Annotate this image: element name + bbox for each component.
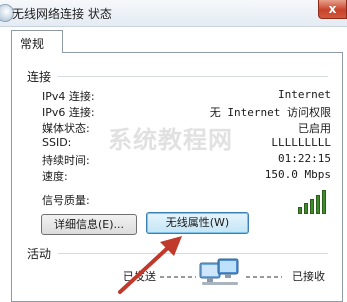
window-title: 无线网络连接 状态 [12,7,112,21]
ipv4-value: Internet [278,88,331,101]
media-state-label: 媒体状态: [42,122,90,135]
ipv6-value: 无 Internet 访问权限 [209,106,331,119]
signal-strength-icon [298,188,334,214]
close-button[interactable]: x [318,0,347,19]
computers-icon [199,258,239,285]
title-bar: 无线网络连接 状态 x [0,0,347,27]
speed-label: 速度: [42,170,68,183]
received-line [246,276,282,278]
activity-divider [58,253,328,254]
ssid-label: SSID: [42,136,72,149]
signal-quality-label: 信号质量: [42,194,90,207]
duration-label: 持续时间: [42,154,90,167]
ssid-value: LLLLLLLLL [271,136,331,149]
tab-general[interactable]: 常规 [11,30,63,53]
media-state-value: 已启用 [298,122,331,135]
received-label: 已接收 [292,270,325,283]
connection-heading: 连接 [27,70,52,84]
speed-value: 150.0 Mbps [264,168,331,181]
details-button[interactable]: 详细信息(E)... [41,214,137,235]
ipv6-label: IPv6 连接: [42,106,95,119]
wireless-properties-button[interactable]: 无线属性(W) [146,212,249,234]
annotation-arrow [118,236,182,294]
connection-divider [58,76,328,77]
activity-heading: 活动 [27,247,52,261]
duration-value: 01:22:15 [278,152,331,165]
watermark: 系统教程网 [108,126,233,154]
ipv4-label: IPv4 连接: [42,90,95,103]
tab-general-label: 常规 [20,37,45,51]
